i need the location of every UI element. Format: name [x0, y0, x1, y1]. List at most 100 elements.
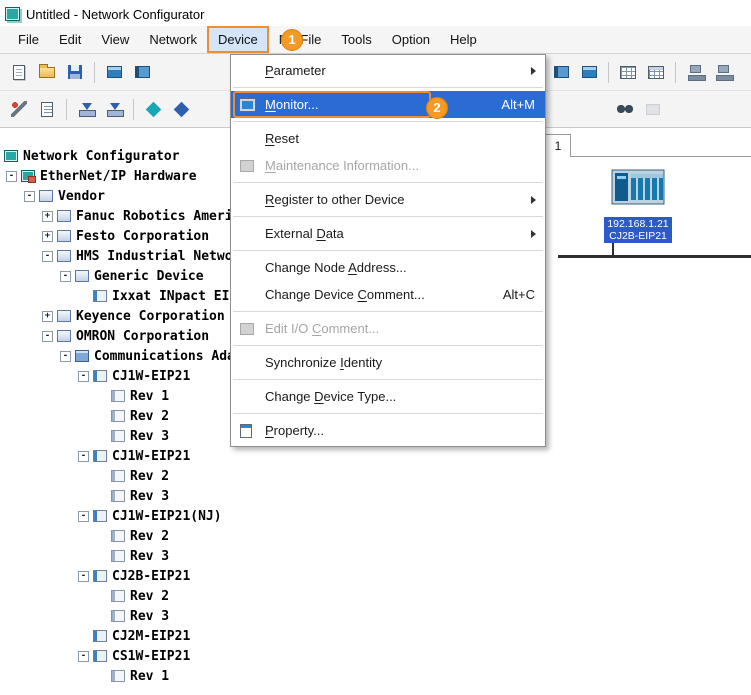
diamond-blue-button[interactable]: [168, 96, 194, 122]
menu-separator: [233, 87, 543, 88]
menu-item-reset[interactable]: Reset: [231, 125, 545, 152]
upload-from-device-button[interactable]: [101, 96, 127, 122]
collapse-icon[interactable]: -: [6, 171, 17, 182]
collapse-icon[interactable]: -: [78, 451, 89, 462]
folder-icon: [39, 67, 55, 78]
tree-item-rev-2[interactable]: Rev 2: [0, 466, 460, 486]
menu-item-change-device-type[interactable]: Change Device Type...: [231, 383, 545, 410]
stamp-b-button[interactable]: [710, 59, 736, 85]
menu-separator: [233, 379, 543, 380]
menu-item-synchronize-identity[interactable]: Synchronize Identity: [231, 349, 545, 376]
menu-item-monitor[interactable]: Monitor...Alt+M: [231, 91, 545, 118]
menu-item-change-device-comment[interactable]: Change Device Comment...Alt+C: [231, 281, 545, 308]
tree-item-label: Keyence Corporation: [76, 309, 225, 324]
tree-item-label: Rev 1: [130, 389, 169, 404]
menu-item-property[interactable]: Property...: [231, 417, 545, 444]
tree-item-label: Rev 2: [130, 589, 169, 604]
menu-item-register-to-other-device[interactable]: Register to other Device: [231, 186, 545, 213]
tree-item-cj1w-eip21[interactable]: -CJ1W-EIP21: [0, 446, 460, 466]
collapse-icon[interactable]: -: [78, 371, 89, 382]
vendor-icon: [75, 270, 89, 282]
new-button[interactable]: [6, 59, 32, 85]
expand-icon[interactable]: +: [42, 311, 53, 322]
node-group-view-button[interactable]: [576, 59, 602, 85]
menu-item-external-data[interactable]: External Data: [231, 220, 545, 247]
collapse-icon[interactable]: -: [60, 351, 71, 362]
toolbar-separator: [675, 62, 676, 83]
open-button[interactable]: [34, 59, 60, 85]
menu-item-label: Maintenance Information...: [265, 158, 419, 173]
rev-icon: [111, 610, 125, 622]
menu-option[interactable]: Option: [382, 26, 440, 53]
collapse-icon[interactable]: -: [60, 271, 71, 282]
download-to-device-button[interactable]: [73, 96, 99, 122]
tree-item-label: Vendor: [58, 189, 105, 204]
collapse-icon[interactable]: -: [78, 511, 89, 522]
save-button[interactable]: [62, 59, 88, 85]
tree-item-label: OMRON Corporation: [76, 329, 209, 344]
tree-item-rev-3[interactable]: Rev 3: [0, 546, 460, 566]
toolbar-separator: [66, 99, 67, 120]
tree-item-label: CS1W-EIP21: [112, 649, 190, 664]
collapse-icon[interactable]: -: [24, 191, 35, 202]
tree-item-cj2m-eip21[interactable]: CJ2M-EIP21: [0, 626, 460, 646]
cam-icon: [646, 104, 660, 115]
network-tab-1[interactable]: 1: [545, 134, 571, 157]
hardware-view-button[interactable]: [101, 59, 127, 85]
annotation-frame-device-menu: [207, 26, 269, 53]
menu-separator: [233, 216, 543, 217]
rev-icon: [111, 530, 125, 542]
collapse-icon[interactable]: -: [78, 571, 89, 582]
stamp-icon: [718, 65, 729, 73]
collapse-icon[interactable]: -: [78, 651, 89, 662]
tree-item-cs1w-eip21[interactable]: - CS1W-EIP21: [0, 646, 460, 666]
tree-item-rev-2[interactable]: Rev 2: [0, 526, 460, 546]
collapse-icon[interactable]: -: [42, 251, 53, 262]
vendor-icon: [57, 250, 71, 262]
menu-item-change-node-address[interactable]: Change Node Address...: [231, 254, 545, 281]
device-ip: 192.168.1.21: [605, 218, 671, 230]
menu-item-parameter[interactable]: Parameter: [231, 57, 545, 84]
app-icon: [5, 7, 20, 21]
device-table-button[interactable]: [615, 59, 641, 85]
diamond-teal-button[interactable]: [140, 96, 166, 122]
tree-item-rev-2[interactable]: Rev 2: [0, 586, 460, 606]
device-label: 192.168.1.21 CJ2B-EIP21: [604, 217, 672, 243]
toolbar1-left-group: [6, 59, 155, 85]
device-model: CJ2B-EIP21: [605, 230, 671, 242]
tree-item-label: Generic Device: [94, 269, 204, 284]
find-button[interactable]: [612, 96, 638, 122]
collapse-icon[interactable]: -: [42, 331, 53, 342]
tree-item-rev-1[interactable]: Rev 1: [0, 666, 460, 686]
menu-view[interactable]: View: [91, 26, 139, 53]
hw-icon: [21, 170, 35, 182]
menu-separator: [233, 311, 543, 312]
tree-item-label: CJ2B-EIP21: [112, 569, 190, 584]
toolbar1-right-group: [548, 54, 736, 90]
stamp-icon: [690, 65, 701, 73]
tree-item-rev-3[interactable]: Rev 3: [0, 486, 460, 506]
expand-icon[interactable]: +: [42, 211, 53, 222]
network-view-button[interactable]: [129, 59, 155, 85]
single-node-view-button[interactable]: [548, 59, 574, 85]
menu-file[interactable]: File: [8, 26, 49, 53]
menu-network[interactable]: Network: [139, 26, 207, 53]
tree-item-rev-3[interactable]: Rev 3: [0, 606, 460, 626]
menu-device[interactable]: Device: [207, 26, 269, 53]
expand-icon[interactable]: +: [42, 231, 53, 242]
monitor-icon: [240, 99, 255, 111]
dev-icon: [582, 66, 597, 78]
menu-edit[interactable]: Edit: [49, 26, 91, 53]
tree-item-cj1w-eip21-nj[interactable]: -CJ1W-EIP21(NJ): [0, 506, 460, 526]
menu-item-label: Reset: [265, 131, 299, 146]
device-node[interactable]: 192.168.1.21 CJ2B-EIP21: [604, 164, 672, 243]
tree-item-cj2b-eip21[interactable]: - CJ2B-EIP21: [0, 566, 460, 586]
network-setup-button[interactable]: [6, 96, 32, 122]
stamp-a-button[interactable]: [682, 59, 708, 85]
sheet-button[interactable]: [34, 96, 60, 122]
io-table-button[interactable]: [643, 59, 669, 85]
menu-help[interactable]: Help: [440, 26, 487, 53]
menu-tools[interactable]: Tools: [331, 26, 381, 53]
maintenance-icon: [240, 160, 254, 172]
dev-icon: [93, 570, 107, 582]
